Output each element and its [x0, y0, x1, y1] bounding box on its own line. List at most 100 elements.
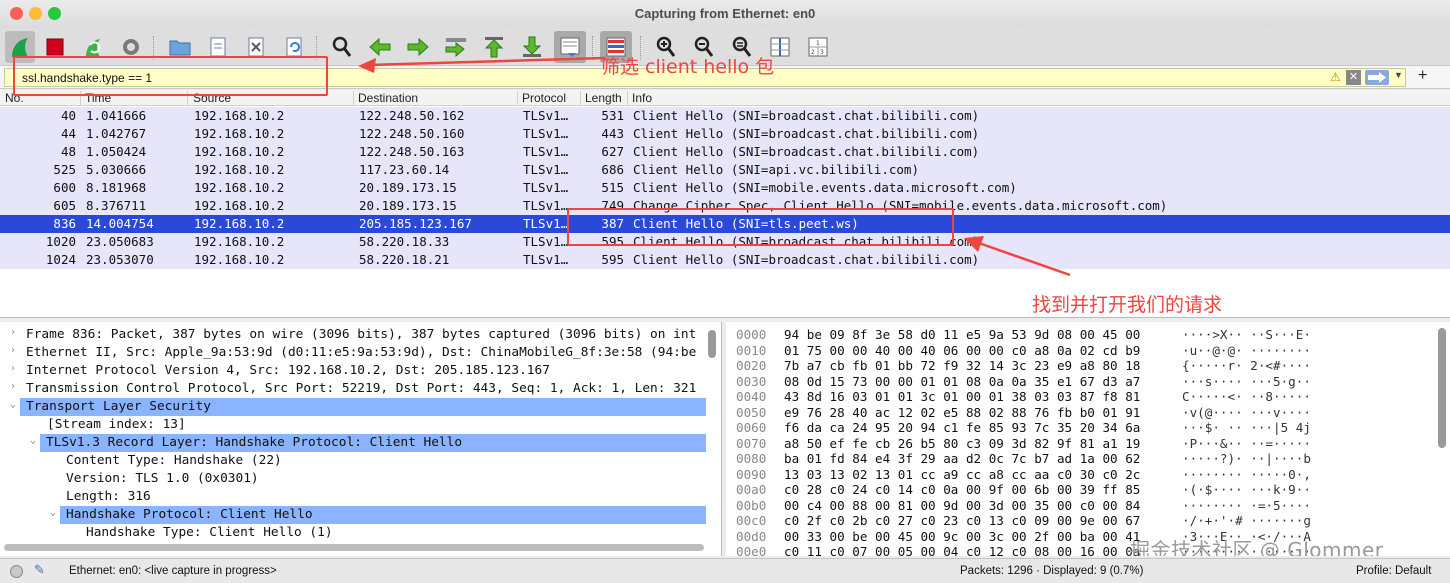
- packet-cell-proto: TLSv1…: [523, 126, 569, 141]
- packets-count-text: Packets: 1296 · Displayed: 9 (0.7%): [960, 565, 1144, 577]
- svg-text:1: 1: [816, 40, 820, 47]
- packet-bytes-pane: 0000 94 be 09 8f 3e 58 d0 11 e5 9a 53 9d …: [726, 322, 1450, 556]
- detail-tree-item[interactable]: Version: TLS 1.0 (0x0301): [0, 470, 706, 488]
- expanded-chevron-icon[interactable]: ⌄: [30, 435, 36, 446]
- packet-cell-info: Client Hello (SNI=broadcast.chat.bilibil…: [633, 126, 980, 141]
- expanded-chevron-icon[interactable]: ⌄: [10, 399, 16, 410]
- ascii-bytes: ·P···&·· ··=·····: [1182, 435, 1311, 451]
- add-filter-button-plus-icon[interactable]: +: [1418, 67, 1427, 85]
- packet-cell-no: 44: [60, 126, 76, 141]
- packet-row[interactable]: 525 5.030666 192.168.10.2 117.23.60.14 TLSv1…: [0, 161, 1450, 179]
- packet-row[interactable]: 600 8.181968 192.168.10.2 20.189.173.15 TLSv…: [0, 179, 1450, 197]
- packet-cell-proto: TLSv1…: [523, 252, 569, 267]
- hex-bytes: 00 33 00 be 00 45 00 9c 00 3c 00 2f 00 b…: [784, 528, 1141, 544]
- packet-cell-dst: 205.185.123.167: [359, 216, 472, 231]
- packet-cell-src: 192.168.10.2: [194, 126, 285, 141]
- detail-tree-item[interactable]: ⌄ Transport Layer Security: [0, 398, 706, 416]
- ascii-bytes: ·····?)· ··|····b: [1182, 451, 1311, 466]
- detail-tree-item[interactable]: Handshake Type: Client Hello (1): [0, 524, 706, 542]
- hex-offset: 0020: [736, 358, 767, 373]
- hex-offset: 0080: [736, 451, 767, 466]
- expert-info-status-icon[interactable]: [10, 565, 23, 578]
- packet-cell-time: 1.050424: [86, 144, 147, 159]
- packet-row[interactable]: 40 1.041666 192.168.10.2 122.248.50.162 TLSv…: [0, 107, 1450, 125]
- detail-tree-item[interactable]: › Ethernet II, Src: Apple_9a:53:9d (d0:11…: [0, 344, 706, 362]
- watermark: 掘金技术社区 @ Glommer: [1130, 538, 1384, 556]
- collapsed-chevron-icon[interactable]: ›: [10, 345, 16, 356]
- detail-tree-label: Version: TLS 1.0 (0x0301): [66, 471, 259, 486]
- apply-filter-arrow-icon[interactable]: [1365, 70, 1389, 85]
- collapsed-chevron-icon[interactable]: ›: [10, 363, 16, 374]
- collapsed-chevron-icon[interactable]: ›: [10, 381, 16, 392]
- packet-cell-proto: TLSv1…: [523, 180, 569, 195]
- packet-cell-len: 686: [601, 162, 624, 177]
- packet-cell-src: 192.168.10.2: [194, 234, 285, 249]
- hex-bytes: c0 11 c0 07 00 05 00 04 c0 12 c0 08 00 1…: [784, 544, 1141, 556]
- filter-annotation-text: 筛选 client hello 包: [601, 56, 775, 78]
- packet-row[interactable]: 1024 23.053070 192.168.10.2 58.220.18.21 TLS…: [0, 251, 1450, 269]
- profile-text[interactable]: Profile: Default: [1356, 565, 1431, 577]
- detail-tree-item[interactable]: › Internet Protocol Version 4, Src: 192.1…: [0, 362, 706, 380]
- detail-tree-label: Content Type: Handshake (22): [66, 453, 282, 468]
- packet-row[interactable]: 48 1.050424 192.168.10.2 122.248.50.163 TLSv…: [0, 143, 1450, 161]
- ascii-bytes: C·····<· ··8·····: [1182, 389, 1311, 404]
- hex-offset: 00b0: [736, 497, 767, 513]
- packet-cell-src: 192.168.10.2: [194, 252, 285, 267]
- detail-tree-label: Handshake Protocol: Client Hello: [66, 507, 313, 522]
- hex-offset: 00e0: [736, 544, 767, 556]
- packet-cell-src: 192.168.10.2: [194, 108, 285, 123]
- packet-row[interactable]: 44 1.042767 192.168.10.2 122.248.50.160 TLSv…: [0, 125, 1450, 143]
- ascii-bytes: ········ ·=·5····: [1182, 497, 1311, 513]
- hex-bytes: 13 03 13 02 13 01 cc a9 cc a8 cc aa c0 3…: [784, 466, 1141, 482]
- detail-tree-item[interactable]: [Stream index: 13]: [0, 416, 706, 434]
- packet-cell-src: 192.168.10.2: [194, 144, 285, 159]
- clear-filter-icon[interactable]: ✕: [1346, 70, 1361, 85]
- title-bar: Capturing from Ethernet: en0: [0, 0, 1450, 28]
- svg-text:3: 3: [820, 49, 824, 56]
- hex-bytes: e9 76 28 40 ac 12 02 e5 88 02 88 76 fb b…: [784, 404, 1141, 420]
- detail-tree-label: Frame 836: Packet, 387 bytes on wire (30…: [26, 327, 697, 342]
- details-horizontal-scrollbar[interactable]: [4, 544, 704, 551]
- packet-list: No. Time Source Destination Protocol Len…: [0, 90, 1450, 318]
- detail-tree-item[interactable]: Length: 316: [0, 488, 706, 506]
- packet-cell-time: 23.053070: [86, 252, 154, 267]
- filter-history-chevron-down-icon[interactable]: ▼: [1394, 70, 1403, 80]
- details-vertical-scrollbar[interactable]: [708, 330, 716, 358]
- packet-cell-len: 443: [601, 126, 624, 141]
- ascii-bytes: ·v(@···· ···v····: [1182, 404, 1311, 420]
- request-annotation-text: 找到并打开我们的请求: [1032, 294, 1223, 316]
- column-header-destination[interactable]: Destination: [355, 91, 518, 106]
- capture-status-text: Ethernet: en0: <live capture in progress…: [69, 565, 277, 577]
- detail-tree-label: Handshake Type: Client Hello (1): [86, 525, 333, 540]
- request-annotation-box: [567, 208, 954, 246]
- packet-cell-src: 192.168.10.2: [194, 180, 285, 195]
- detail-tree-item[interactable]: ⌄ Handshake Protocol: Client Hello: [0, 506, 706, 524]
- column-header-length[interactable]: Length: [582, 91, 628, 106]
- detail-tree-item[interactable]: Content Type: Handshake (22): [0, 452, 706, 470]
- status-bar: ✎ Ethernet: en0: <live capture in progre…: [0, 558, 1450, 583]
- layout-icon[interactable]: 123: [804, 33, 832, 61]
- column-header-info[interactable]: Info: [629, 91, 1450, 106]
- packet-cell-info: Client Hello (SNI=mobile.events.data.mic…: [633, 180, 1017, 195]
- hex-offset: 0070: [736, 435, 767, 451]
- packet-cell-len: 515: [601, 180, 624, 195]
- hex-bytes: c0 2f c0 2b c0 27 c0 23 c0 13 c0 09 00 9…: [784, 513, 1141, 528]
- bytes-vertical-scrollbar[interactable]: [1438, 328, 1446, 448]
- request-annotation-arrow: [964, 236, 1071, 277]
- capture-comment-icon[interactable]: ✎: [34, 562, 45, 578]
- packet-list-empty-area: [0, 270, 1450, 316]
- column-header-protocol[interactable]: Protocol: [519, 91, 581, 106]
- detail-tree-label: Transmission Control Protocol, Src Port:…: [26, 381, 697, 396]
- expanded-chevron-icon[interactable]: ⌄: [50, 507, 56, 518]
- packet-cell-no: 525: [53, 162, 76, 177]
- hex-offset: 00d0: [736, 528, 767, 544]
- detail-tree-item[interactable]: ⌄ TLSv1.3 Record Layer: Handshake Protoco…: [0, 434, 706, 452]
- hex-offset: 0050: [736, 404, 767, 420]
- wireshark-window: Capturing from Ethernet: en0 1 2 3 ssl.h…: [0, 0, 1450, 583]
- packet-cell-dst: 117.23.60.14: [359, 162, 450, 177]
- hex-bytes: f6 da ca 24 95 20 94 c1 fe 85 93 7c 35 2…: [784, 420, 1141, 435]
- hex-bytes: 43 8d 16 03 01 01 3c 01 00 01 38 03 03 8…: [784, 389, 1141, 404]
- detail-tree-item[interactable]: › Transmission Control Protocol, Src Port…: [0, 380, 706, 398]
- detail-tree-item[interactable]: › Frame 836: Packet, 387 bytes on wire (3…: [0, 326, 706, 344]
- collapsed-chevron-icon[interactable]: ›: [10, 327, 16, 338]
